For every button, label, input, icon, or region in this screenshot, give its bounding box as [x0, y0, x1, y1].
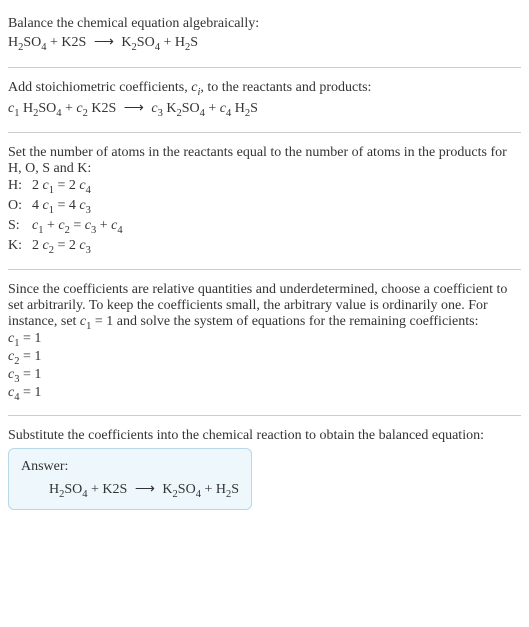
ans-plus2: + H — [201, 482, 226, 497]
stoich-text-b: , to the reactants and products: — [200, 80, 371, 95]
k-c3-sub: 3 — [86, 245, 91, 256]
k-eq-mid: = 2 — [54, 238, 79, 253]
o-eq-mid: = 4 — [54, 198, 79, 213]
ans-h: H — [49, 482, 59, 497]
atom-row-h: H:2 c1 = 2 c4 — [8, 177, 521, 197]
stoich-section: Add stoichiometric coefficients, ci, to … — [8, 72, 521, 129]
k2so4-k: K — [163, 101, 177, 116]
atom-label-s: S: — [8, 218, 32, 234]
ans-so2: SO — [178, 482, 196, 497]
intro-equation: H2SO4 + K2S ⟶ K2SO4 + H2S — [8, 32, 521, 55]
o-eq-a: 4 — [32, 198, 43, 213]
atoms-text: Set the number of atoms in the reactants… — [8, 145, 521, 177]
product-k2so4-so: SO — [137, 35, 155, 50]
r1-val: = 1 — [19, 331, 41, 346]
ans-so: SO — [64, 482, 82, 497]
product-k2so4-k: K — [118, 35, 132, 50]
h2so4-so: SO — [38, 101, 56, 116]
s-plus2: + — [96, 218, 111, 233]
atom-label-o: O: — [8, 198, 32, 214]
h-c4-sub: 4 — [86, 185, 91, 196]
product-h2s-s: S — [190, 35, 198, 50]
atom-label-h: H: — [8, 178, 32, 194]
k2so4-so: SO — [182, 101, 200, 116]
atom-label-k: K: — [8, 238, 32, 254]
stoich-text: Add stoichiometric coefficients, ci, to … — [8, 80, 521, 98]
substitute-text: Substitute the coefficients into the che… — [8, 428, 521, 444]
k-eq-a: 2 — [32, 238, 43, 253]
stoich-text-a: Add stoichiometric coefficients, — [8, 80, 191, 95]
s-eq: = — [70, 218, 85, 233]
r3-val: = 1 — [19, 367, 41, 382]
arrow-icon: ⟶ — [131, 482, 159, 497]
k2s: K2S — [88, 101, 120, 116]
h-eq-a: 2 — [32, 178, 43, 193]
intro-section: Balance the chemical equation algebraica… — [8, 8, 521, 63]
answer-label: Answer: — [21, 459, 239, 475]
atoms-section: Set the number of atoms in the reactants… — [8, 137, 521, 264]
reactant-h2so4-h: H — [8, 35, 18, 50]
h2s-h: H — [231, 101, 245, 116]
r4-val: = 1 — [19, 385, 41, 400]
atom-row-o: O:4 c1 = 4 c3 — [8, 197, 521, 217]
stoich-equation: c1 H2SO4 + c2 K2S ⟶ c3 K2SO4 + c4 H2S — [8, 98, 521, 121]
reactant-h2so4-so: SO — [23, 35, 41, 50]
s-c4-sub: 4 — [117, 225, 122, 236]
plus1: + — [62, 101, 77, 116]
s-plus: + — [43, 218, 58, 233]
atom-row-s: S:c1 + c2 = c3 + c4 — [8, 217, 521, 237]
substitute-section: Substitute the coefficients into the che… — [8, 420, 521, 519]
divider — [8, 67, 521, 68]
h-eq-mid: = 2 — [54, 178, 79, 193]
choose-text-b: = 1 and solve the system of equations fo… — [91, 314, 478, 329]
divider — [8, 269, 521, 270]
h2s-s: S — [250, 101, 258, 116]
atom-row-k: K:2 c2 = 2 c3 — [8, 237, 521, 257]
arrow-icon: ⟶ — [90, 35, 118, 50]
choose-section: Since the coefficients are relative quan… — [8, 274, 521, 411]
ans-plus1: + K2S — [88, 482, 131, 497]
ans-k: K — [159, 482, 173, 497]
choose-text: Since the coefficients are relative quan… — [8, 282, 521, 332]
plus-h2s: + H — [160, 35, 185, 50]
intro-text: Balance the chemical equation algebraica… — [8, 16, 521, 32]
ans-s: S — [231, 482, 239, 497]
coeff-row-1: c1 = 1 — [8, 331, 521, 349]
plus-k2s: + K2S — [47, 35, 90, 50]
divider — [8, 415, 521, 416]
h2so4-h: H — [19, 101, 33, 116]
o-c3-sub: 3 — [86, 205, 91, 216]
answer-box: Answer: H2SO4 + K2S ⟶ K2SO4 + H2S — [8, 448, 252, 511]
divider — [8, 132, 521, 133]
plus2: + — [205, 101, 220, 116]
coeff-row-4: c4 = 1 — [8, 385, 521, 403]
coeff-row-3: c3 = 1 — [8, 367, 521, 385]
arrow-icon: ⟶ — [120, 101, 148, 116]
r2-val: = 1 — [19, 349, 41, 364]
answer-equation: H2SO4 + K2S ⟶ K2SO4 + H2S — [21, 481, 239, 500]
coeff-row-2: c2 = 1 — [8, 349, 521, 367]
